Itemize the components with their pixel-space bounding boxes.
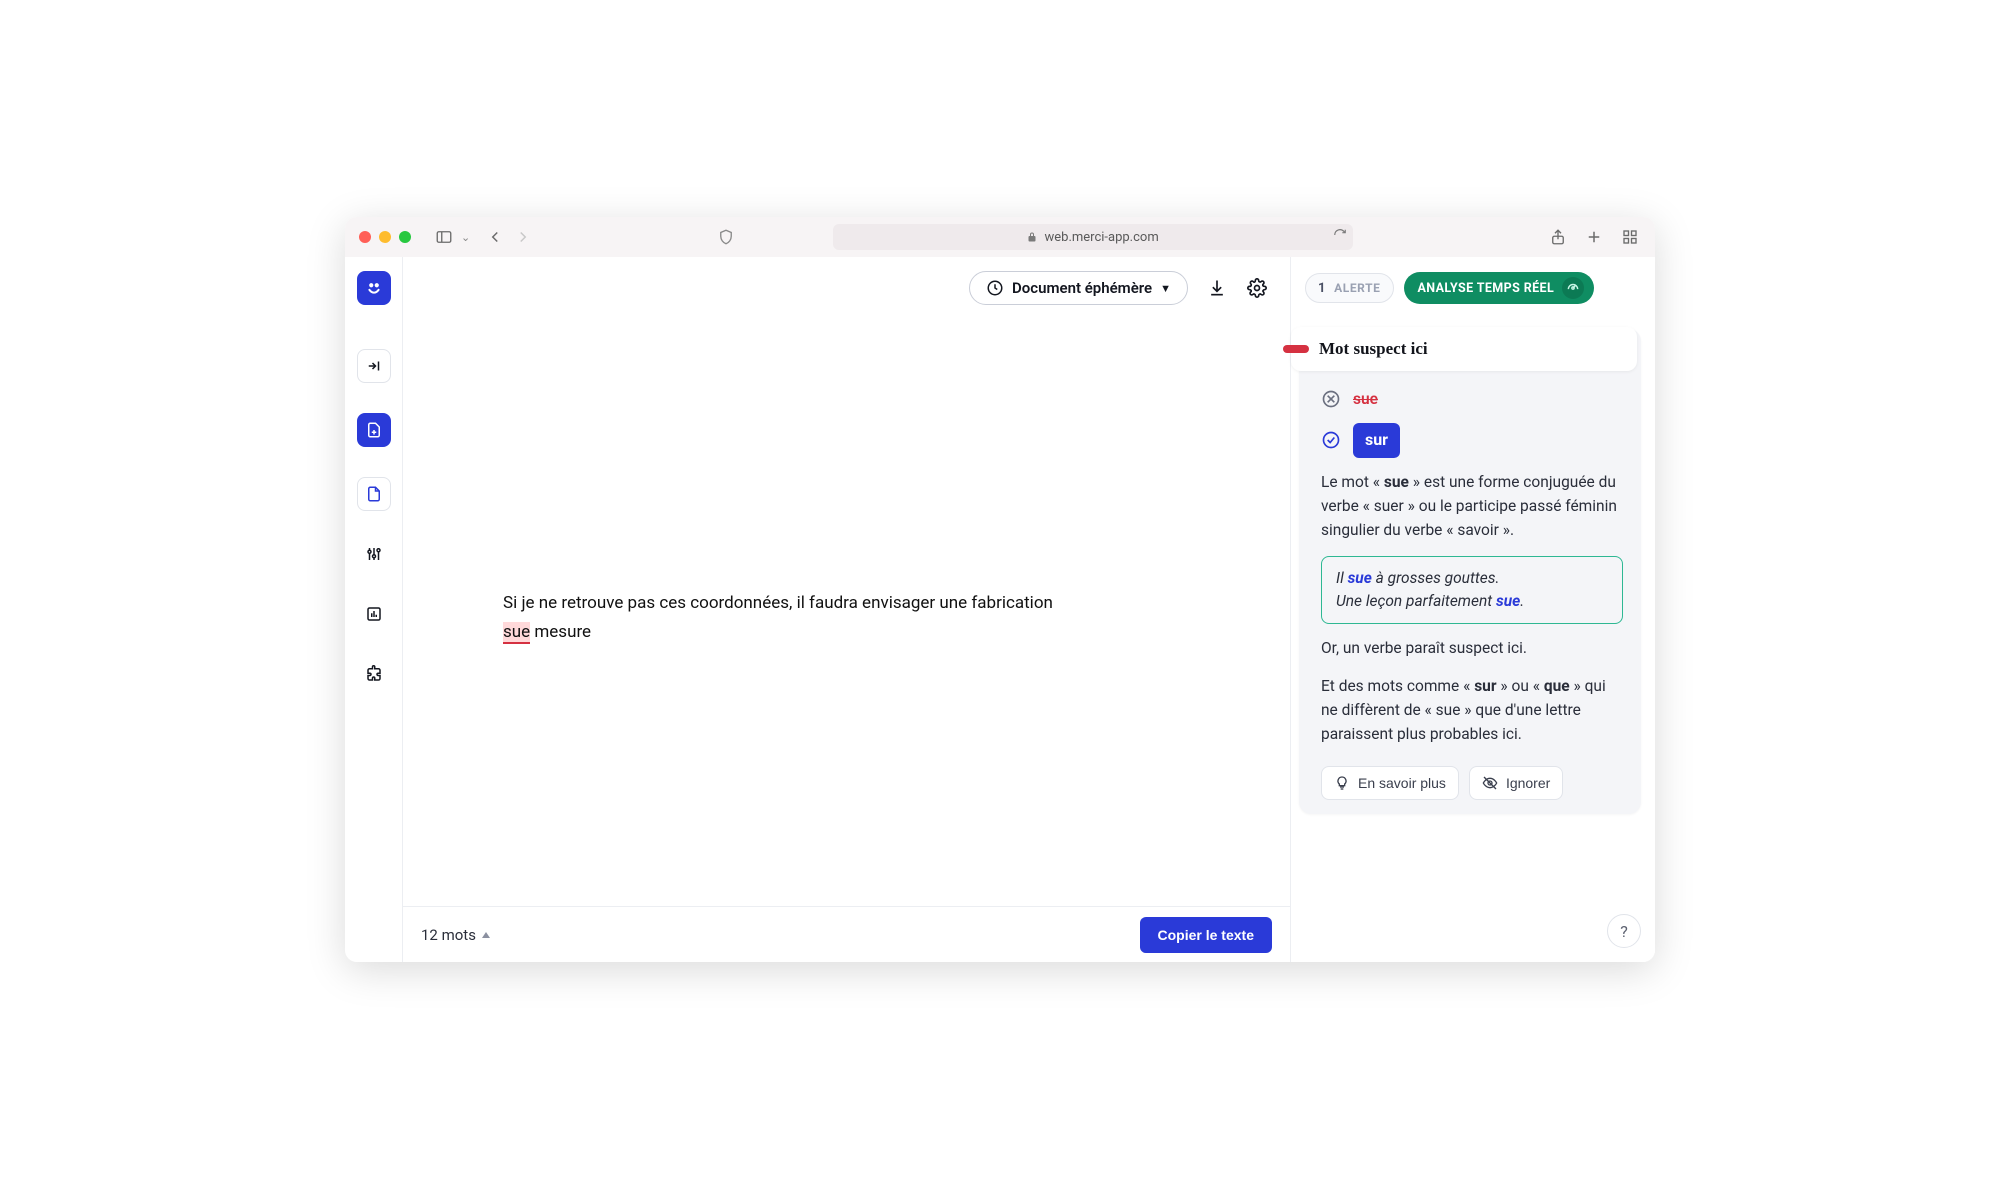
chevron-down-icon[interactable]: ⌄ bbox=[461, 231, 470, 244]
sidebar-collapse-button[interactable] bbox=[357, 349, 391, 383]
editor-error-word[interactable]: sue bbox=[503, 622, 530, 644]
realtime-label: ANALYSE TEMPS RÉEL bbox=[1418, 281, 1555, 296]
privacy-shield-icon[interactable] bbox=[715, 226, 737, 248]
card-title: Mot suspect ici bbox=[1319, 339, 1428, 359]
tabs-overview-icon[interactable] bbox=[1619, 226, 1641, 248]
clock-icon bbox=[986, 279, 1004, 297]
help-button[interactable]: ? bbox=[1607, 914, 1641, 948]
editor-column: Document éphémère ▼ Si je ne retrouve pa… bbox=[403, 257, 1291, 962]
copy-text-button[interactable]: Copier le texte bbox=[1140, 917, 1272, 953]
address-bar[interactable]: web.merci-app.com bbox=[833, 224, 1353, 250]
editor-text-part1: Si je ne retrouve pas ces coordonnées, i… bbox=[503, 593, 1053, 613]
app-window: ⌄ web.merci-app.com bbox=[345, 217, 1655, 962]
realtime-analysis-toggle[interactable]: ANALYSE TEMPS RÉEL bbox=[1404, 272, 1595, 304]
forward-button[interactable] bbox=[512, 226, 534, 248]
new-tab-icon[interactable] bbox=[1583, 226, 1605, 248]
sidebar-new-document[interactable] bbox=[357, 413, 391, 447]
severity-indicator-icon bbox=[1283, 345, 1309, 353]
reload-icon[interactable] bbox=[1333, 228, 1347, 246]
explanation-p2: Or, un verbe paraît suspect ici. bbox=[1321, 636, 1623, 660]
maximize-window-icon[interactable] bbox=[399, 231, 411, 243]
example-line-2: Une leçon parfaitement sue. bbox=[1336, 590, 1608, 613]
card-body: sue sur Le mot « sue » est une forme con… bbox=[1299, 371, 1641, 752]
chevron-up-icon bbox=[482, 932, 490, 938]
lightbulb-icon bbox=[1334, 775, 1350, 791]
card-header[interactable]: Mot suspect ici bbox=[1291, 327, 1637, 371]
lock-icon bbox=[1026, 231, 1038, 243]
suggestion-card: Mot suspect ici sue sur Le mot « sue » e… bbox=[1299, 329, 1641, 814]
document-type-label: Document éphémère bbox=[1012, 279, 1152, 297]
word-count[interactable]: 12 mots bbox=[421, 926, 490, 944]
editor-footer: 12 mots Copier le texte bbox=[403, 906, 1290, 962]
learn-more-button[interactable]: En savoir plus bbox=[1321, 766, 1459, 800]
sidebar-toggle-icon[interactable] bbox=[433, 226, 455, 248]
reject-icon bbox=[1321, 389, 1341, 409]
panel-header: 1 ALERTE ANALYSE TEMPS RÉEL bbox=[1291, 257, 1655, 319]
example-line-1: Il sue à grosses gouttes. bbox=[1336, 567, 1608, 590]
browser-titlebar: ⌄ web.merci-app.com bbox=[345, 217, 1655, 257]
help-icon: ? bbox=[1620, 922, 1628, 941]
sidebar-statistics[interactable] bbox=[357, 597, 391, 631]
explanation-p1: Le mot « sue » est une forme conjuguée d… bbox=[1321, 470, 1623, 542]
gauge-icon bbox=[1562, 277, 1584, 299]
eye-off-icon bbox=[1482, 775, 1498, 791]
wrong-word: sue bbox=[1353, 387, 1378, 411]
card-actions: En savoir plus Ignorer bbox=[1299, 766, 1641, 800]
sidebar bbox=[345, 257, 403, 962]
ignore-button[interactable]: Ignorer bbox=[1469, 766, 1563, 800]
word-count-label: 12 mots bbox=[421, 926, 476, 944]
alert-count-number: 1 bbox=[1318, 281, 1326, 296]
app-body: Document éphémère ▼ Si je ne retrouve pa… bbox=[345, 257, 1655, 962]
explanation-p3: Et des mots comme « sur » ou « que » qui… bbox=[1321, 674, 1623, 746]
app-logo[interactable] bbox=[357, 271, 391, 305]
settings-button[interactable] bbox=[1246, 277, 1268, 299]
editor-text-part2: mesure bbox=[530, 622, 591, 642]
share-icon[interactable] bbox=[1547, 226, 1569, 248]
download-button[interactable] bbox=[1206, 277, 1228, 299]
suggestions-panel: 1 ALERTE ANALYSE TEMPS RÉEL Mot suspect … bbox=[1291, 257, 1655, 962]
sidebar-settings-sliders[interactable] bbox=[357, 537, 391, 571]
wrong-word-row: sue bbox=[1321, 387, 1623, 411]
sidebar-documents[interactable] bbox=[357, 477, 391, 511]
minimize-window-icon[interactable] bbox=[379, 231, 391, 243]
suggestion-button[interactable]: sur bbox=[1353, 423, 1400, 458]
editor-toolbar: Document éphémère ▼ bbox=[403, 257, 1290, 319]
chevron-down-icon: ▼ bbox=[1160, 282, 1171, 295]
accept-icon bbox=[1321, 430, 1341, 450]
suggestion-row: sur bbox=[1321, 423, 1623, 458]
alert-count-chip[interactable]: 1 ALERTE bbox=[1305, 273, 1394, 303]
text-editor[interactable]: Si je ne retrouve pas ces coordonnées, i… bbox=[403, 319, 1290, 906]
window-controls bbox=[359, 231, 411, 243]
close-window-icon[interactable] bbox=[359, 231, 371, 243]
alert-count-label: ALERTE bbox=[1334, 281, 1380, 295]
example-box: Il sue à grosses gouttes. Une leçon parf… bbox=[1321, 556, 1623, 625]
document-type-selector[interactable]: Document éphémère ▼ bbox=[969, 271, 1188, 305]
sidebar-extensions[interactable] bbox=[357, 657, 391, 691]
back-button[interactable] bbox=[484, 226, 506, 248]
url-text: web.merci-app.com bbox=[1044, 230, 1158, 245]
